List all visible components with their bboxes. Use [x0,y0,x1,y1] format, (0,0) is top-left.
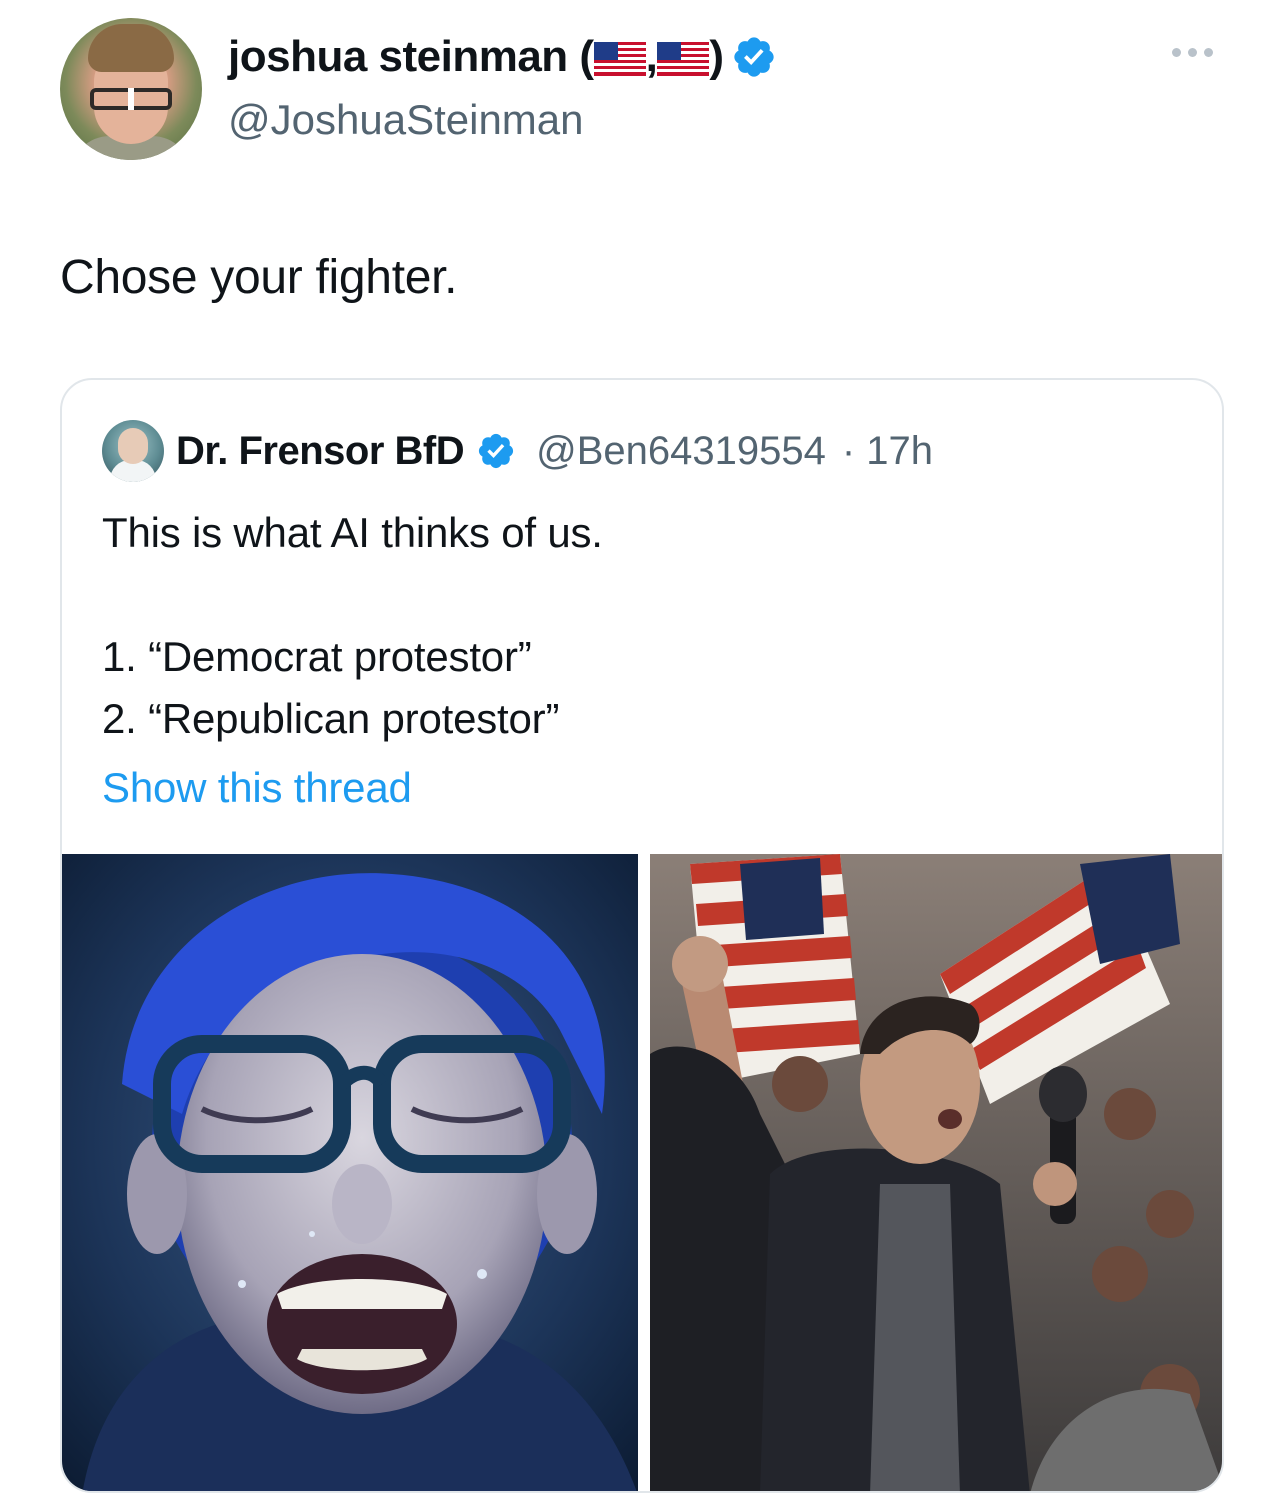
quoted-author-avatar[interactable] [102,420,164,482]
quoted-author-handle[interactable]: @Ben64319554 [536,429,826,474]
quoted-author-display-name[interactable]: Dr. Frensor BfD [176,429,465,474]
author-name-row[interactable]: joshua steinman ( , ) [228,32,777,82]
verified-badge-icon [734,37,775,77]
show-thread-link[interactable]: Show this thread [102,764,412,812]
man-raised-fist-crowd-flags-image [650,854,1222,1491]
quoted-tweet-card[interactable]: Dr. Frensor BfD @Ben64319554 · 17h This … [60,378,1224,1493]
us-flag-icon [657,42,710,77]
more-options-icon[interactable] [1172,48,1213,57]
tweet-text: Chose your fighter. [60,251,458,304]
author-display-name[interactable]: joshua steinman ( , ) [228,32,724,82]
crying-blue-hair-woman-image [62,854,638,1491]
us-flag-icon [593,42,646,77]
author-handle[interactable]: @JoshuaSteinman [228,96,584,144]
quoted-media-grid [62,854,1222,1491]
image-left[interactable] [62,854,638,1491]
tweet: joshua steinman ( , ) @JoshuaSteinman Ch… [0,0,1284,1503]
author-avatar[interactable] [60,18,202,160]
quoted-timestamp[interactable]: · 17h [842,429,933,474]
quoted-tweet-header: Dr. Frensor BfD @Ben64319554 · 17h [102,420,933,482]
verified-badge-icon [479,433,514,469]
image-right[interactable] [650,854,1222,1491]
quoted-tweet-text: This is what AI thinks of us. 1. “Democr… [102,509,603,742]
